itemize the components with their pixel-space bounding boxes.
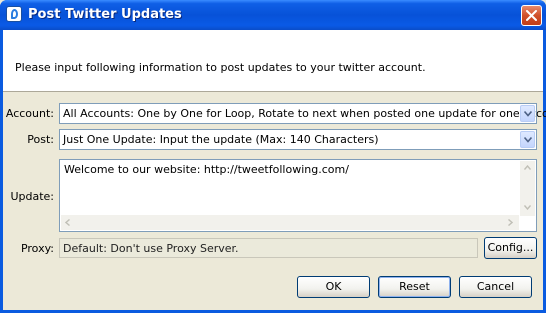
scroll-left-icon — [65, 219, 70, 226]
instruction-text: Please input following information to po… — [15, 61, 426, 74]
account-select-value: All Accounts: One by One for Loop, Rotat… — [63, 107, 546, 120]
account-select[interactable]: All Accounts: One by One for Loop, Rotat… — [59, 103, 546, 124]
proxy-field: Default: Don't use Proxy Server. — [59, 238, 478, 258]
update-text: Welcome to our website: http://tweetfoll… — [64, 163, 349, 176]
proxy-label: Proxy: — [20, 242, 54, 255]
scroll-down-button[interactable] — [520, 201, 535, 216]
update-textarea[interactable]: Welcome to our website: http://tweetfoll… — [59, 159, 537, 232]
reset-button[interactable]: Reset — [378, 276, 451, 298]
config-button[interactable]: Config... — [484, 237, 537, 259]
chevron-down-icon — [524, 111, 532, 117]
dialog-window: Post Twitter Updates Please input follow… — [0, 0, 546, 313]
scroll-right-icon — [508, 219, 513, 226]
scroll-up-icon — [524, 165, 531, 170]
header-panel: Please input following information to po… — [3, 30, 543, 92]
dialog-body: Please input following information to po… — [3, 30, 546, 310]
cancel-button[interactable]: Cancel — [459, 276, 532, 298]
account-dropdown-button[interactable] — [520, 105, 535, 122]
horizontal-scrollbar[interactable] — [61, 215, 519, 230]
window-title: Post Twitter Updates — [28, 7, 182, 22]
post-select-value: Just One Update: Input the update (Max: … — [63, 133, 379, 146]
close-icon — [526, 10, 537, 21]
update-label: Update: — [10, 190, 54, 203]
proxy-value: Default: Don't use Proxy Server. — [63, 242, 239, 255]
scroll-down-icon — [524, 205, 531, 210]
close-button[interactable] — [521, 5, 542, 26]
scroll-left-button[interactable] — [61, 215, 76, 230]
chevron-down-icon — [524, 137, 532, 143]
title-bar[interactable]: Post Twitter Updates — [0, 0, 546, 30]
scroll-right-button[interactable] — [504, 215, 519, 230]
post-dropdown-button[interactable] — [520, 131, 535, 148]
post-select[interactable]: Just One Update: Input the update (Max: … — [59, 129, 537, 150]
app-icon — [6, 6, 22, 22]
ok-button[interactable]: OK — [297, 276, 370, 298]
post-label: Post: — [27, 133, 54, 146]
scroll-up-button[interactable] — [520, 161, 535, 176]
account-label: Account: — [5, 107, 54, 120]
vertical-scrollbar[interactable] — [520, 161, 535, 216]
